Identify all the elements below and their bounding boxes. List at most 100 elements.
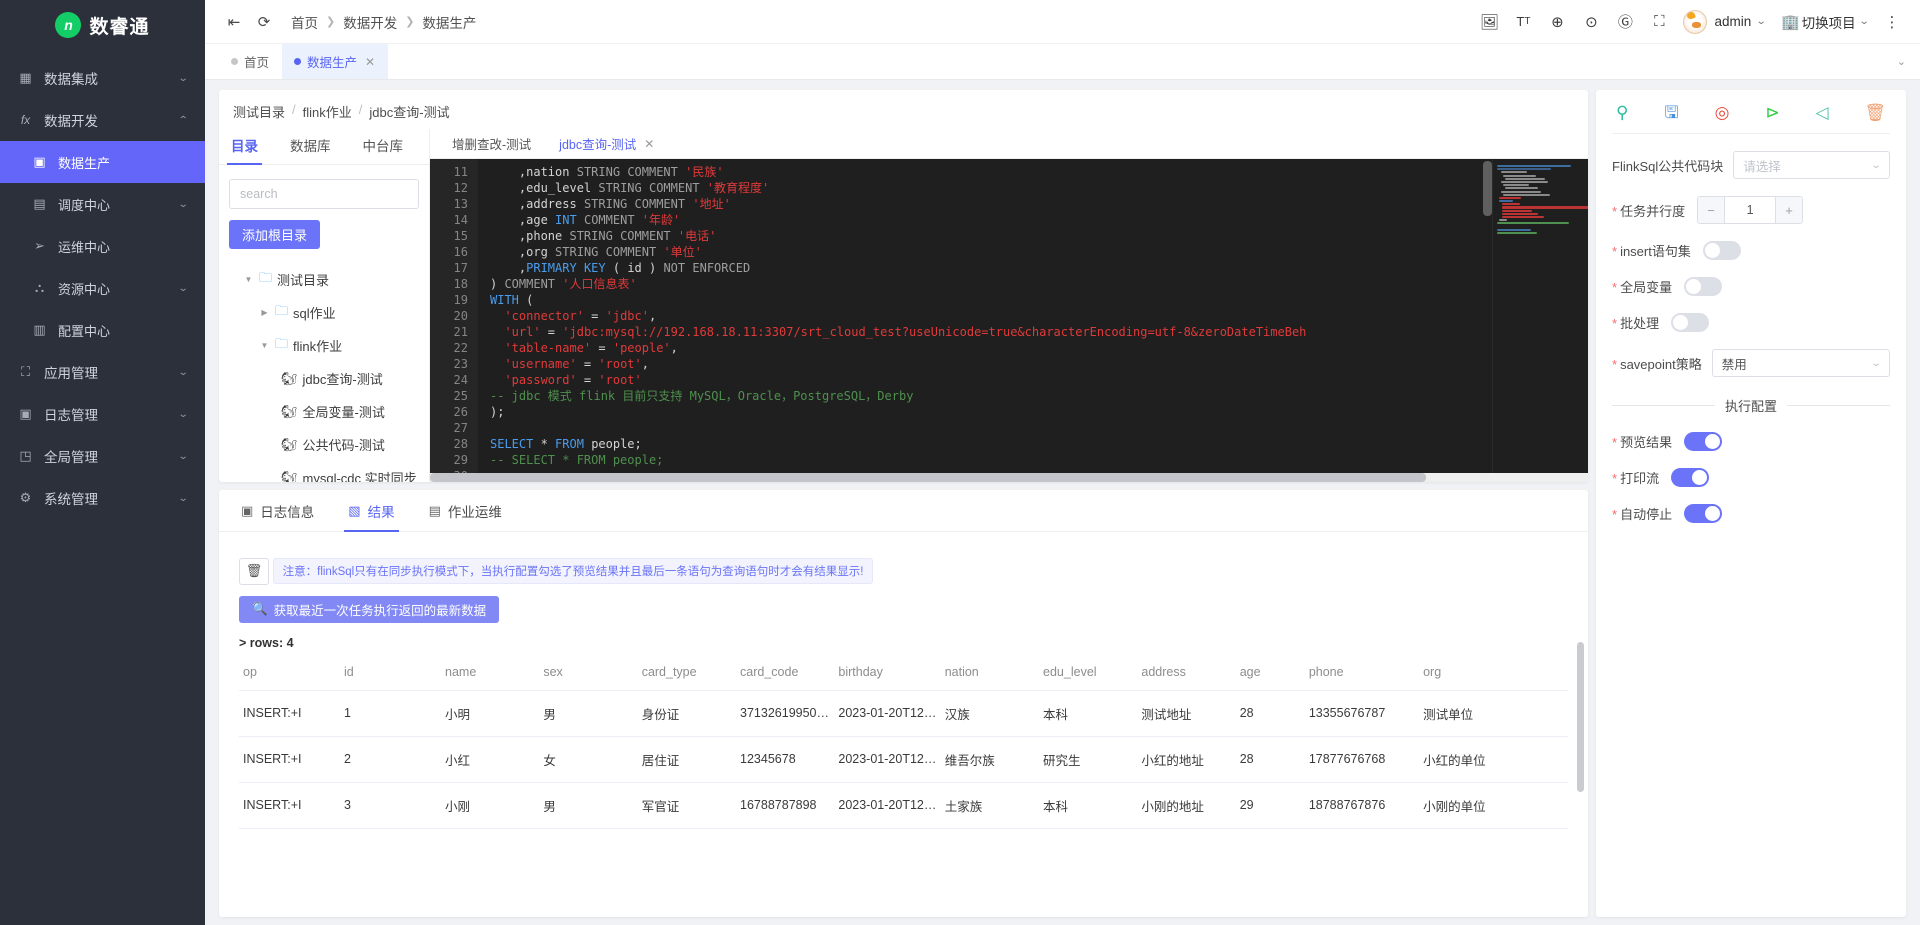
parallelism-stepper[interactable]: − 1 + xyxy=(1697,196,1804,224)
project-switcher[interactable]: 🏢 切换项目 ⌄ xyxy=(1780,7,1874,37)
page-tab-data-production[interactable]: 数据生产 ✕ xyxy=(282,44,389,79)
column-header-sex[interactable]: sex xyxy=(539,655,638,691)
tabs-collapse-icon[interactable]: ⌄ xyxy=(1883,44,1920,79)
column-header-id[interactable]: id xyxy=(340,655,441,691)
path-item-0[interactable]: 测试目录 xyxy=(233,102,285,121)
tree-tab-directory[interactable]: 目录 xyxy=(227,129,262,165)
stepper-value[interactable]: 1 xyxy=(1725,197,1775,223)
chevron-down-icon[interactable]: ▼ xyxy=(259,341,270,350)
sidebar-item-global-management[interactable]: ◳ 全局管理 ⌄ xyxy=(0,435,205,477)
delete-icon[interactable]: 🗑 xyxy=(1864,104,1886,121)
breadcrumb-item-current[interactable]: 数据生产 xyxy=(418,12,480,32)
brand-logo[interactable]: n 数睿通 xyxy=(0,0,205,44)
more-vertical-icon[interactable]: ⋮ xyxy=(1876,7,1908,37)
results-vertical-scrollbar[interactable] xyxy=(1577,642,1584,792)
chevron-right-icon[interactable]: ▶ xyxy=(259,308,270,317)
stepper-decrement-button[interactable]: − xyxy=(1698,197,1726,223)
preview-result-toggle[interactable] xyxy=(1684,432,1723,451)
table-row[interactable]: INSERT:+I 1 小明男身份证 371326199503... 2023-01-2… xyxy=(239,690,1568,737)
print-stream-toggle[interactable] xyxy=(1671,468,1710,487)
breadcrumb-item-dev[interactable]: 数据开发 xyxy=(339,12,401,32)
column-header-org[interactable]: org xyxy=(1419,655,1568,691)
collapse-menu-icon[interactable]: ⇤ xyxy=(219,7,249,37)
sidebar-item-resource-center[interactable]: ⛬ 资源中心 ⌄ xyxy=(0,267,205,309)
global-variable-toggle[interactable] xyxy=(1684,277,1723,296)
tree-node-file[interactable]: 🐿 mysql-cdc 实时同步 xyxy=(229,461,419,483)
results-tab-result[interactable]: ▧ 结果 xyxy=(344,490,399,532)
sidebar-item-ops-center[interactable]: ➢ 运维中心 xyxy=(0,225,205,267)
editor-tab-jdbc-query-test[interactable]: jdbc查询-测试 ✕ xyxy=(545,129,668,158)
editor-tab-crud-test[interactable]: 增删查改-测试 xyxy=(438,129,545,158)
column-header-card-type[interactable]: card_type xyxy=(637,655,737,691)
sidebar-item-log-management[interactable]: ▣ 日志管理 ⌄ xyxy=(0,393,205,435)
tree-node-folder[interactable]: ▶ 🗀 sql作业 xyxy=(229,296,419,329)
image-add-icon[interactable]: 🖼 xyxy=(1473,7,1505,37)
refresh-icon[interactable]: ⟳ xyxy=(249,7,279,37)
column-header-name[interactable]: name xyxy=(441,655,540,691)
add-root-directory-button[interactable]: 添加根目录 xyxy=(229,220,321,249)
tree-node-folder[interactable]: ▼ 🗀 flink作业 xyxy=(229,329,419,362)
magic-wand-icon[interactable]: ⚲ xyxy=(1616,104,1628,121)
column-header-phone[interactable]: phone xyxy=(1304,655,1420,691)
fetch-latest-data-button[interactable]: 🔍 获取最近一次任务执行返回的最新数据 xyxy=(239,595,500,623)
editor-horizontal-scrollbar[interactable] xyxy=(430,473,1426,482)
stepper-increment-button[interactable]: + xyxy=(1775,197,1803,223)
tree-node-file[interactable]: 🐿 全局变量-测试 xyxy=(229,395,419,428)
run-icon[interactable]: ⊳ xyxy=(1765,104,1779,121)
tree-tab-database[interactable]: 数据库 xyxy=(288,129,333,164)
github-icon[interactable]: ⊙ xyxy=(1575,7,1607,37)
sidebar-item-data-production[interactable]: ▣ 数据生产 xyxy=(0,141,205,183)
chevron-down-icon[interactable]: ⌄ xyxy=(1756,16,1767,27)
chevron-down-icon[interactable]: ▼ xyxy=(243,275,254,284)
results-tab-logs[interactable]: ▣ 日志信息 xyxy=(239,490,316,531)
save-icon[interactable]: 🖫 xyxy=(1664,104,1678,121)
editor-vertical-scrollbar[interactable] xyxy=(1483,161,1492,216)
sidebar-item-system-management[interactable]: ⚙ 系统管理 ⌄ xyxy=(0,477,205,519)
auto-stop-toggle[interactable] xyxy=(1684,504,1723,523)
globe-icon[interactable]: ⊕ xyxy=(1541,7,1573,37)
column-header-birthday[interactable]: birthday xyxy=(834,655,941,691)
tree-tab-midplatform[interactable]: 中台库 xyxy=(361,129,406,164)
tree-node-folder[interactable]: ▼ 🗀 测试目录 xyxy=(229,263,419,296)
sidebar-item-schedule-center[interactable]: ▤ 调度中心 ⌄ xyxy=(0,183,205,225)
public-code-block-select[interactable]: 请选择 ⌄ xyxy=(1733,151,1890,179)
close-icon[interactable]: ✕ xyxy=(644,137,654,151)
publish-icon[interactable]: ◁ xyxy=(1815,104,1828,121)
tree-node-file[interactable]: 🐿 jdbc查询-测试 xyxy=(229,362,419,395)
insert-statement-set-toggle[interactable] xyxy=(1702,241,1741,260)
gitee-icon[interactable]: Ⓖ xyxy=(1609,7,1641,37)
tree-node-file[interactable]: 🐿 公共代码-测试 xyxy=(229,428,419,461)
editor-card: 测试目录 / flink作业 / jdbc查询-测试 目录 数据库 中台库 se… xyxy=(219,90,1588,482)
code-minimap[interactable] xyxy=(1492,159,1588,473)
trash-icon: 🗑 xyxy=(245,563,263,578)
column-header-address[interactable]: address xyxy=(1137,655,1236,691)
code-editor[interactable]: 11 12 13 14 15 16 17 18 19 20 21 22 23 2… xyxy=(430,159,1588,473)
sidebar-item-config-center[interactable]: ▥ 配置中心 xyxy=(0,309,205,351)
breadcrumb-item-home[interactable]: 首页 xyxy=(287,12,322,32)
user-name[interactable]: admin xyxy=(1714,14,1751,29)
path-item-1[interactable]: flink作业 xyxy=(303,102,352,121)
column-header-age[interactable]: age xyxy=(1235,655,1305,691)
avatar[interactable] xyxy=(1683,9,1708,34)
fullscreen-icon[interactable]: ⛶ xyxy=(1643,7,1675,37)
column-header-edu-level[interactable]: edu_level xyxy=(1039,655,1138,691)
savepoint-strategy-select[interactable]: 禁用 ⌄ xyxy=(1711,349,1890,377)
path-item-2[interactable]: jdbc查询-测试 xyxy=(369,102,449,121)
results-tab-job-ops[interactable]: ▤ 作业运维 xyxy=(427,490,504,531)
column-header-op[interactable]: op xyxy=(239,655,340,691)
close-icon[interactable]: ✕ xyxy=(365,55,375,69)
code-content[interactable]: ,nation STRING COMMENT '民族' ,edu_level S… xyxy=(478,159,1588,473)
font-size-icon[interactable]: TT xyxy=(1507,7,1539,37)
clear-results-button[interactable]: 🗑 xyxy=(239,557,269,585)
table-row[interactable]: INSERT:+I 2 小红女居住证 12345678 2023-01-20T12:..… xyxy=(239,736,1568,783)
table-row[interactable]: INSERT:+I 3 小刚男军官证 16788787898 2023-01-20T12… xyxy=(239,782,1568,829)
sidebar-item-data-development[interactable]: fx 数据开发 ⌃ xyxy=(0,99,205,141)
sidebar-item-data-integration[interactable]: ▦ 数据集成 ⌄ xyxy=(0,57,205,99)
column-header-nation[interactable]: nation xyxy=(940,655,1040,691)
column-header-card-code[interactable]: card_code xyxy=(736,655,835,691)
batch-mode-toggle[interactable] xyxy=(1671,313,1710,332)
page-tab-home[interactable]: 首页 xyxy=(219,44,282,79)
check-syntax-icon[interactable]: ◎ xyxy=(1715,104,1730,121)
search-input[interactable] xyxy=(229,179,419,209)
sidebar-item-app-management[interactable]: ⛶ 应用管理 ⌄ xyxy=(0,351,205,393)
